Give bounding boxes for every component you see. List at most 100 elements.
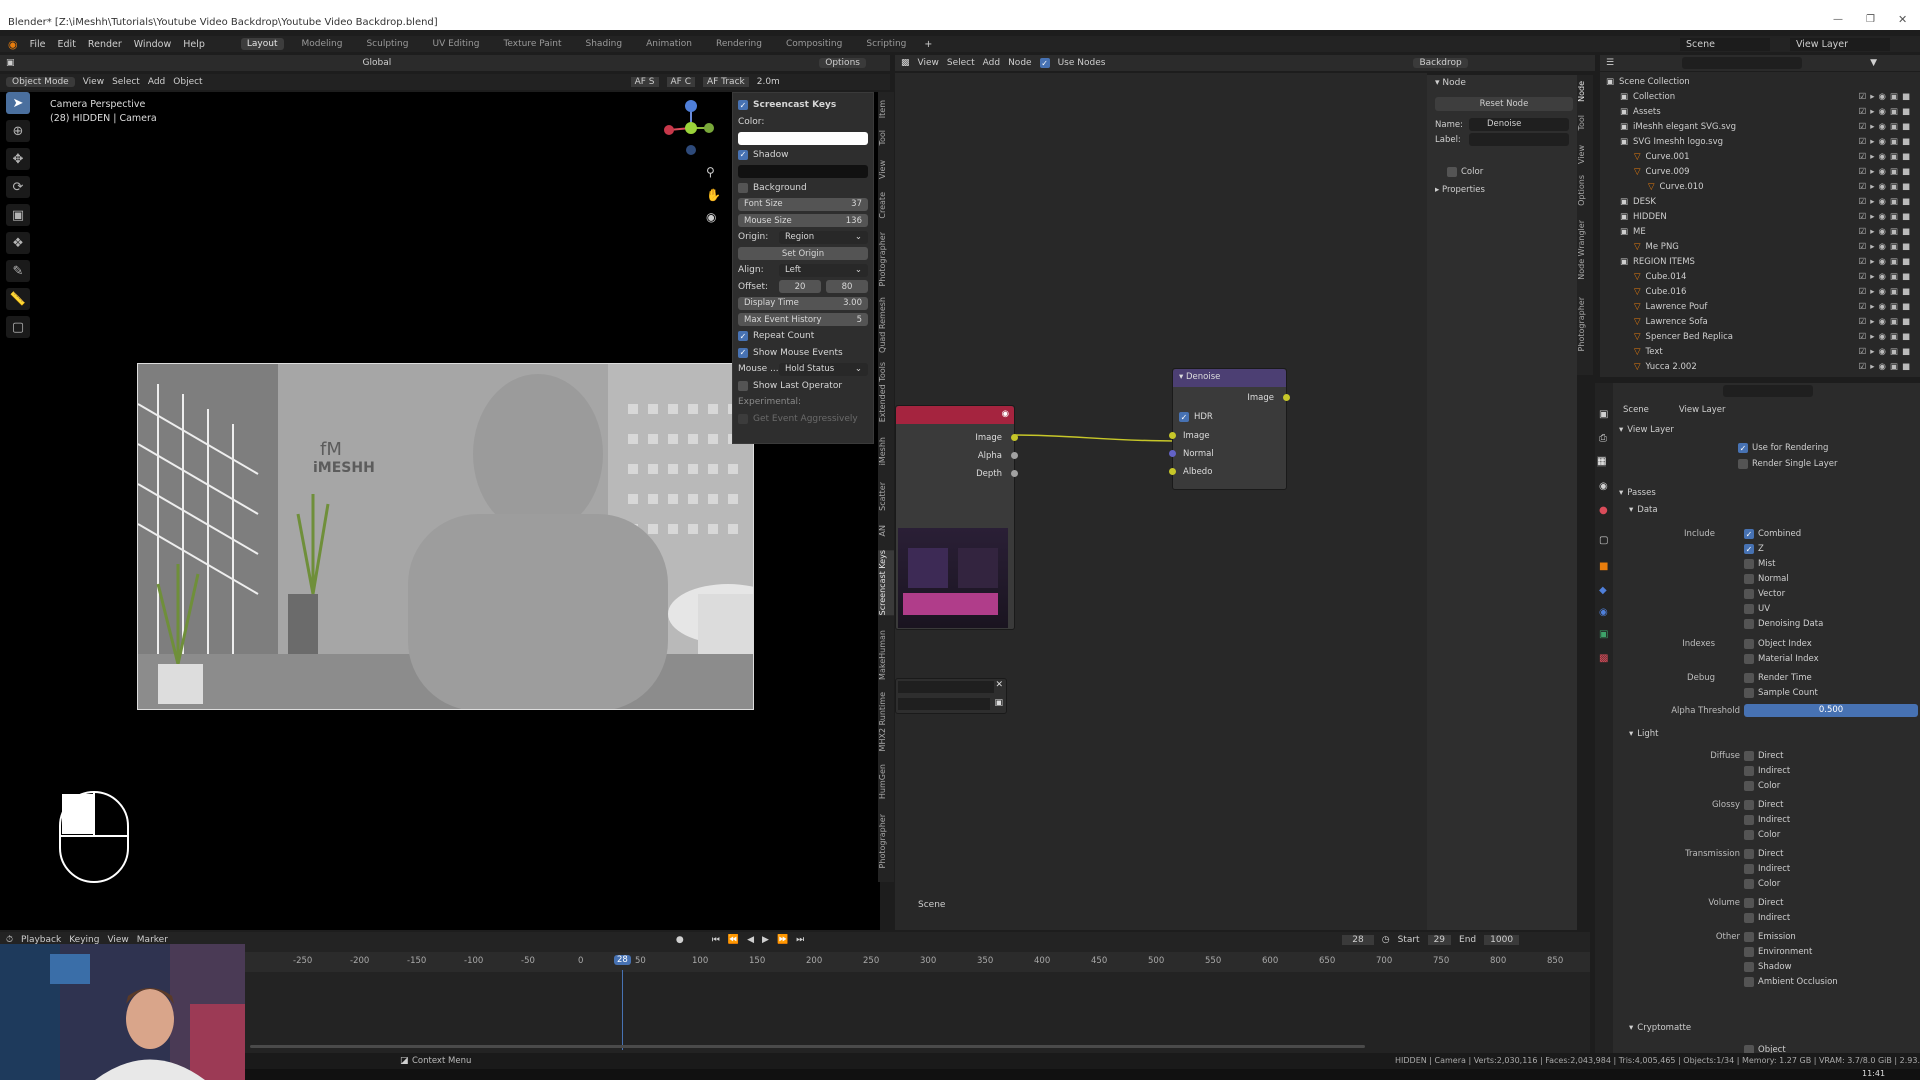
jump-start-icon[interactable]: ⏮ (712, 935, 720, 945)
tab-makehuman[interactable]: MakeHuman (878, 630, 894, 680)
outliner-row[interactable]: ▣ SVG Imeshh logo.svg ☑▸◉▣■ (1600, 134, 1920, 149)
move-tool-icon[interactable]: ✥ (6, 148, 30, 170)
end-frame-field[interactable]: 1000 (1484, 935, 1520, 945)
set-origin-button[interactable]: Set Origin (738, 247, 868, 261)
af-track-button[interactable]: AF Track (702, 77, 749, 87)
add-workspace-icon[interactable]: + (924, 39, 932, 50)
modifier-props-icon[interactable]: ◆ (1599, 585, 1607, 596)
prev-keyframe-icon[interactable]: ⏪ (728, 935, 739, 945)
render-image-socket[interactable] (1011, 434, 1018, 441)
origin-dropdown[interactable]: Region ⌄ (779, 230, 868, 244)
world-props-icon[interactable]: ● (1599, 505, 1608, 516)
denoise-collapse-icon[interactable]: ▾ (1179, 372, 1186, 382)
denoise-albedo-socket[interactable] (1169, 468, 1176, 475)
screencast-enable-checkbox[interactable]: ✓ (738, 100, 748, 111)
close-icon[interactable]: ✕ (1898, 13, 1907, 26)
object-index-checkbox[interactable] (1744, 639, 1754, 649)
render-time-checkbox[interactable] (1744, 673, 1754, 683)
outliner-row[interactable]: ▽ Cube.016 ☑▸◉▣■ (1600, 284, 1920, 299)
object-props-icon[interactable]: ■ (1599, 561, 1608, 572)
properties-search-field[interactable] (1723, 385, 1813, 397)
tab-create[interactable]: Create (878, 192, 894, 219)
light-pass-checkbox[interactable] (1744, 962, 1754, 972)
align-dropdown[interactable]: Left ⌄ (779, 263, 868, 277)
tab-node-tool[interactable]: Tool (1577, 115, 1593, 131)
light-pass-checkbox[interactable] (1744, 898, 1754, 908)
tab-node-wrangler[interactable]: Node Wrangler (1577, 220, 1593, 280)
properties-subpanel[interactable]: ▸ Properties (1435, 185, 1485, 195)
scene-selector[interactable]: Scene (1680, 38, 1770, 51)
outliner-row[interactable]: ▣ Scene Collection (1600, 74, 1920, 89)
workspace-tab-compositing[interactable]: Compositing (780, 38, 848, 50)
tab-photographer-2[interactable]: Photographer (878, 814, 894, 868)
light-pass-checkbox[interactable] (1744, 766, 1754, 776)
camera-view-icon[interactable]: ◉ (706, 210, 716, 224)
repeat-count-checkbox[interactable]: ✓ (738, 331, 748, 342)
tab-node[interactable]: Node (1577, 81, 1593, 102)
data-props-icon[interactable]: ▩ (1599, 653, 1608, 664)
visibility-toggles[interactable]: ☑▸◉▣■ (1859, 242, 1914, 252)
outliner-search-field[interactable] (1682, 57, 1803, 69)
alpha-threshold-slider[interactable]: 0.500 (1744, 704, 1918, 717)
visibility-toggles[interactable]: ☑▸◉▣■ (1859, 317, 1914, 327)
tab-humgen[interactable]: HumGen (878, 764, 894, 799)
select-tool-icon[interactable]: ➤ (6, 92, 30, 114)
tab-quad-remesh[interactable]: Quad Remesh (878, 297, 894, 353)
layer-dropdown[interactable] (898, 698, 990, 710)
visibility-toggles[interactable]: ☑▸◉▣■ (1859, 272, 1914, 282)
denoise-normal-socket[interactable] (1169, 450, 1176, 457)
next-keyframe-icon[interactable]: ⏩ (777, 935, 788, 945)
outliner-row[interactable]: ▣ HIDDEN ☑▸◉▣■ (1600, 209, 1920, 224)
visibility-toggles[interactable]: ☑▸◉▣■ (1859, 347, 1914, 357)
sample-count-checkbox[interactable] (1744, 688, 1754, 698)
visibility-toggles[interactable]: ☑▸◉▣■ (1859, 362, 1914, 372)
workspace-tab-modeling[interactable]: Modeling (296, 38, 349, 50)
passes-section[interactable]: ▾ Passes (1619, 488, 1656, 498)
measure-tool-icon[interactable]: 📏 (6, 288, 30, 310)
font-size-field[interactable]: Font Size 37 (738, 197, 868, 211)
tab-node-view[interactable]: View (1577, 145, 1593, 164)
shadow-color-swatch[interactable] (738, 164, 868, 178)
menu-help[interactable]: Help (183, 39, 205, 50)
tab-mhx2-runtime[interactable]: MHX2 Runtime (878, 692, 894, 751)
zoom-icon[interactable]: ⚲ (706, 165, 715, 179)
background-checkbox[interactable] (738, 182, 748, 193)
display-time-field[interactable]: Display Time 3.00 (738, 296, 868, 310)
color-subpanel[interactable]: Color (1447, 167, 1483, 177)
scene-props-icon[interactable]: ◉ (1599, 481, 1608, 492)
node-menu-select[interactable]: Select (947, 58, 975, 68)
max-event-history-field[interactable]: Max Event History 5 (738, 313, 868, 327)
tab-item[interactable]: Item (878, 100, 894, 118)
tab-view[interactable]: View (878, 160, 894, 179)
pass-checkbox[interactable] (1744, 589, 1754, 599)
outliner-row[interactable]: ▽ Lawrence Sofa ☑▸◉▣■ (1600, 314, 1920, 329)
jump-end-icon[interactable]: ⏭ (796, 935, 804, 945)
tab-node-photographer[interactable]: Photographer (1577, 297, 1593, 351)
viewport-menu-select[interactable]: Select (112, 77, 140, 87)
show-last-operator-checkbox[interactable] (738, 380, 748, 391)
workspace-tab-uv-editing[interactable]: UV Editing (426, 38, 485, 50)
render-alpha-socket[interactable] (1011, 452, 1018, 459)
constraint-props-icon[interactable]: ▣ (1599, 629, 1608, 640)
breadcrumb-view-layer[interactable]: View Layer (1679, 405, 1726, 415)
viewport-menu-object[interactable]: Object (173, 77, 202, 87)
pass-checkbox[interactable]: ✓ (1744, 544, 1754, 554)
node-label-field[interactable] (1469, 133, 1569, 146)
light-pass-checkbox[interactable] (1744, 800, 1754, 810)
output-props-icon[interactable]: ⎙ (1599, 433, 1607, 444)
tab-scatter[interactable]: Scatter (878, 482, 894, 511)
visibility-toggles[interactable]: ☑▸◉▣■ (1859, 227, 1914, 237)
outliner-row[interactable]: ▣ DESK ☑▸◉▣■ (1600, 194, 1920, 209)
menu-file[interactable]: File (30, 39, 46, 50)
playhead-frame-badge[interactable]: 28 (614, 955, 631, 965)
outliner-row[interactable]: ▽ Me PNG ☑▸◉▣■ (1600, 239, 1920, 254)
use-for-rendering-checkbox[interactable]: ✓ (1738, 443, 1748, 453)
reset-node-button[interactable]: Reset Node (1435, 97, 1573, 111)
offset-y-field[interactable]: 80 (826, 280, 868, 294)
cursor-tool-icon[interactable]: ⊕ (6, 120, 30, 142)
outliner-row[interactable]: ▣ ME ☑▸◉▣■ (1600, 224, 1920, 239)
transform-orientation-dropdown[interactable]: Global (363, 58, 392, 68)
tab-an[interactable]: AN (878, 525, 894, 536)
scale-tool-icon[interactable]: ▣ (6, 204, 30, 226)
backdrop-button[interactable]: Backdrop (1413, 58, 1468, 68)
